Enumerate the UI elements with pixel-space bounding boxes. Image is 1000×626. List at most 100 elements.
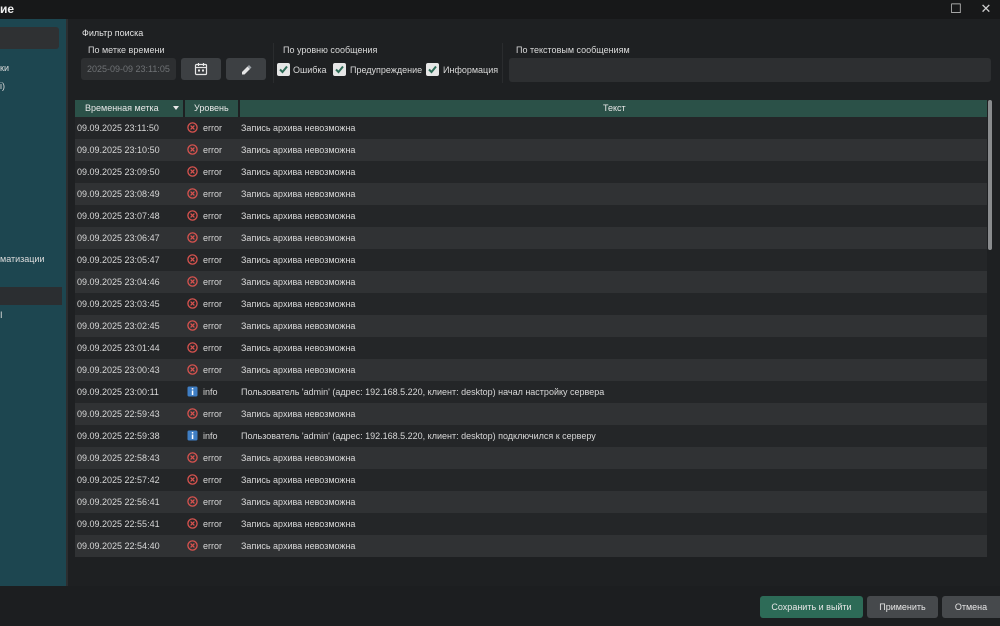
table-row[interactable]: 09.09.2025 23:08:49 error Запись архива не…	[75, 183, 987, 205]
table-row[interactable]: 09.09.2025 22:59:38 info Пользователь 'adm…	[75, 425, 987, 447]
table-row[interactable]: 09.09.2025 22:54:40 error Запись архива не…	[75, 535, 987, 557]
sidebar-item[interactable]: І	[0, 310, 3, 320]
table-row[interactable]: 09.09.2025 22:57:42 error Запись архива не…	[75, 469, 987, 491]
column-separator[interactable]	[183, 100, 185, 117]
row-message: Запись архива невозможна	[241, 167, 356, 177]
sidebar-item[interactable]: ки	[0, 63, 9, 73]
sidebar-search-input[interactable]	[0, 27, 59, 49]
error-icon	[187, 254, 198, 265]
table-row[interactable]: 09.09.2025 23:03:45 error Запись архива не…	[75, 293, 987, 315]
table-row[interactable]: 09.09.2025 23:01:44 error Запись архива не…	[75, 337, 987, 359]
row-message: Запись архива невозможна	[241, 409, 356, 419]
row-level: error	[203, 211, 223, 221]
row-timestamp: 09.09.2025 22:59:38	[77, 431, 160, 441]
row-timestamp: 09.09.2025 22:57:42	[77, 475, 160, 485]
row-timestamp: 09.09.2025 22:56:41	[77, 497, 160, 507]
error-icon	[187, 320, 198, 331]
table-row[interactable]: 09.09.2025 22:56:41 error Запись архива не…	[75, 491, 987, 513]
warning-checkbox-label[interactable]: Предупреждение	[350, 65, 422, 75]
row-timestamp: 09.09.2025 23:00:43	[77, 365, 160, 375]
table-row[interactable]: 09.09.2025 22:59:43 error Запись архива не…	[75, 403, 987, 425]
check-icon	[428, 65, 437, 74]
time-filter-input[interactable]	[81, 58, 176, 80]
row-message: Пользователь 'admin' (адрес: 192.168.5.2…	[241, 387, 605, 397]
info-icon	[187, 386, 198, 397]
table-row[interactable]: 09.09.2025 23:07:48 error Запись архива не…	[75, 205, 987, 227]
maximize-icon[interactable]: ☐	[948, 1, 964, 17]
dialog-footer: Сохранить и выйти Применить Отмена	[0, 586, 1000, 626]
cancel-button[interactable]: Отмена	[942, 596, 1000, 618]
calendar-icon	[194, 63, 208, 76]
table-row[interactable]: 09.09.2025 23:10:50 error Запись архива не…	[75, 139, 987, 161]
error-icon	[187, 122, 198, 133]
row-timestamp: 09.09.2025 22:55:41	[77, 519, 160, 529]
events-table: Временная метка Уровень Текст 09.09.2025…	[75, 100, 987, 560]
error-checkbox[interactable]	[277, 63, 290, 76]
error-icon	[187, 298, 198, 309]
error-icon	[187, 276, 198, 287]
error-icon	[187, 518, 198, 529]
row-message: Пользователь 'admin' (адрес: 192.168.5.2…	[241, 431, 596, 441]
table-row[interactable]: 09.09.2025 22:55:41 error Запись архива не…	[75, 513, 987, 535]
eraser-icon	[242, 65, 252, 75]
clear-filter-button[interactable]	[226, 58, 266, 80]
table-header: Временная метка Уровень Текст	[75, 100, 987, 117]
row-message: Запись архива невозможна	[241, 321, 356, 331]
row-level: error	[203, 145, 223, 155]
calendar-button[interactable]	[181, 58, 221, 80]
table-row[interactable]: 09.09.2025 23:00:11 info Пользователь 'adm…	[75, 381, 987, 403]
close-icon[interactable]: ✕	[978, 1, 994, 17]
table-row[interactable]: 09.09.2025 23:11:50 error Запись архива не…	[75, 117, 987, 139]
table-row[interactable]: 09.09.2025 23:00:43 error Запись архива не…	[75, 359, 987, 381]
error-icon	[187, 232, 198, 243]
row-level: error	[203, 519, 223, 529]
column-separator[interactable]	[238, 100, 240, 117]
save-and-exit-button[interactable]: Сохранить и выйти	[760, 596, 863, 618]
scrollbar-thumb[interactable]	[988, 100, 992, 250]
row-timestamp: 09.09.2025 23:03:45	[77, 299, 160, 309]
error-icon	[187, 540, 198, 551]
table-row[interactable]: 09.09.2025 22:58:43 error Запись архива не…	[75, 447, 987, 469]
table-row[interactable]: 09.09.2025 23:02:45 error Запись архива не…	[75, 315, 987, 337]
error-icon	[187, 496, 198, 507]
row-timestamp: 09.09.2025 23:10:50	[77, 145, 160, 155]
row-message: Запись архива невозможна	[241, 123, 356, 133]
table-row[interactable]: 09.09.2025 23:04:46 error Запись архива не…	[75, 271, 987, 293]
row-level: error	[203, 255, 223, 265]
row-level: info	[203, 387, 218, 397]
row-message: Запись архива невозможна	[241, 519, 356, 529]
table-row[interactable]: 09.09.2025 23:06:47 error Запись архива не…	[75, 227, 987, 249]
row-level: error	[203, 409, 223, 419]
error-icon	[187, 166, 198, 177]
apply-button[interactable]: Применить	[867, 596, 938, 618]
column-header-text[interactable]: Текст	[603, 100, 626, 117]
sidebar-item[interactable]: і)	[0, 81, 5, 91]
info-checkbox[interactable]	[426, 63, 439, 76]
row-message: Запись архива невозможна	[241, 497, 356, 507]
table-scrollbar[interactable]	[987, 100, 993, 560]
row-timestamp: 09.09.2025 23:01:44	[77, 343, 160, 353]
sidebar-item-selected[interactable]	[0, 287, 62, 305]
row-message: Запись архива невозможна	[241, 255, 356, 265]
error-checkbox-label[interactable]: Ошибка	[293, 65, 327, 75]
row-message: Запись архива невозможна	[241, 475, 356, 485]
column-header-time[interactable]: Временная метка	[85, 100, 159, 117]
filter-divider	[502, 43, 503, 83]
table-row[interactable]: 09.09.2025 23:09:50 error Запись архива не…	[75, 161, 987, 183]
error-icon	[187, 188, 198, 199]
info-checkbox-label[interactable]: Информация	[443, 65, 498, 75]
column-header-level[interactable]: Уровень	[194, 100, 229, 117]
title-bar: ие ☐ ✕	[0, 0, 1000, 19]
sidebar-item[interactable]: матизации	[0, 254, 45, 264]
row-message: Запись архива невозможна	[241, 541, 356, 551]
row-level: error	[203, 365, 223, 375]
row-timestamp: 09.09.2025 23:09:50	[77, 167, 160, 177]
warning-checkbox[interactable]	[333, 63, 346, 76]
row-timestamp: 09.09.2025 22:59:43	[77, 409, 160, 419]
table-row[interactable]: 09.09.2025 23:05:47 error Запись архива не…	[75, 249, 987, 271]
row-level: info	[203, 431, 218, 441]
row-message: Запись архива невозможна	[241, 365, 356, 375]
row-level: error	[203, 299, 223, 309]
text-filter-input[interactable]	[509, 58, 991, 82]
check-icon	[335, 65, 344, 74]
